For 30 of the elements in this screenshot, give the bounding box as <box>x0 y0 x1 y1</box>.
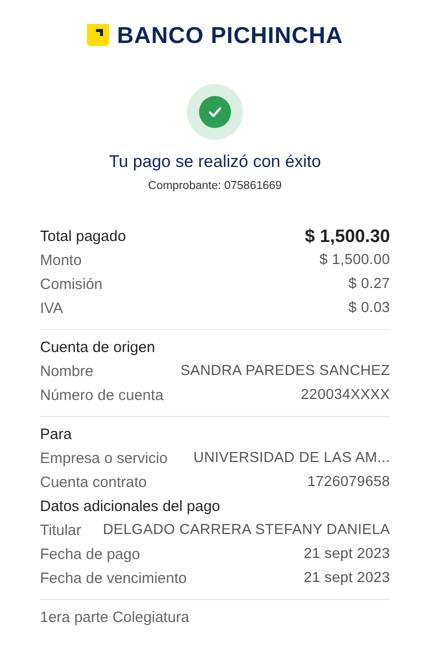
row-label: Fecha de vencimiento <box>40 568 187 588</box>
total-amount: $ 1,500.30 <box>304 225 390 248</box>
row-label: IVA <box>40 298 64 318</box>
row-label: Cuenta contrato <box>40 472 147 492</box>
section-heading: Datos adicionales del pago <box>40 496 220 516</box>
row-value: $ 0.03 <box>348 298 390 318</box>
row-value: 21 sept 2023 <box>304 568 390 588</box>
row-label: Total pagado <box>40 226 126 246</box>
row-value: $ 0.27 <box>348 274 390 294</box>
row-value: 220034XXXX <box>300 386 390 405</box>
row-value: UNIVERSIDAD DE LAS AM... <box>193 448 390 468</box>
section-heading: Para <box>40 424 72 444</box>
row-label: Titular <box>40 520 82 540</box>
brand-name: BANCO PICHINCHA <box>117 20 343 50</box>
section-heading: Cuenta de origen <box>40 338 156 358</box>
row-label: Número de cuenta <box>40 386 164 406</box>
row-value: $ 1,500.00 <box>319 250 390 270</box>
row-label: Nombre <box>40 362 94 382</box>
payment-note: 1era parte Colegiatura <box>40 608 190 628</box>
row-label: Empresa o servicio <box>40 448 168 468</box>
row-label: Monto <box>40 250 82 270</box>
row-value: SANDRA PAREDES SANCHEZ <box>180 362 390 381</box>
receipt-number: Comprobante: 075861669 <box>148 178 282 194</box>
logo-icon <box>87 24 109 46</box>
row-label: Fecha de pago <box>40 544 140 564</box>
row-value: 1726079658 <box>307 472 390 492</box>
row-value: DELGADO CARRERA STEFANY DANIELA <box>102 520 390 540</box>
success-title: Tu pago se realizó con éxito <box>109 151 321 173</box>
row-label: Comisión <box>40 274 103 294</box>
row-value: 21 sept 2023 <box>304 544 390 564</box>
